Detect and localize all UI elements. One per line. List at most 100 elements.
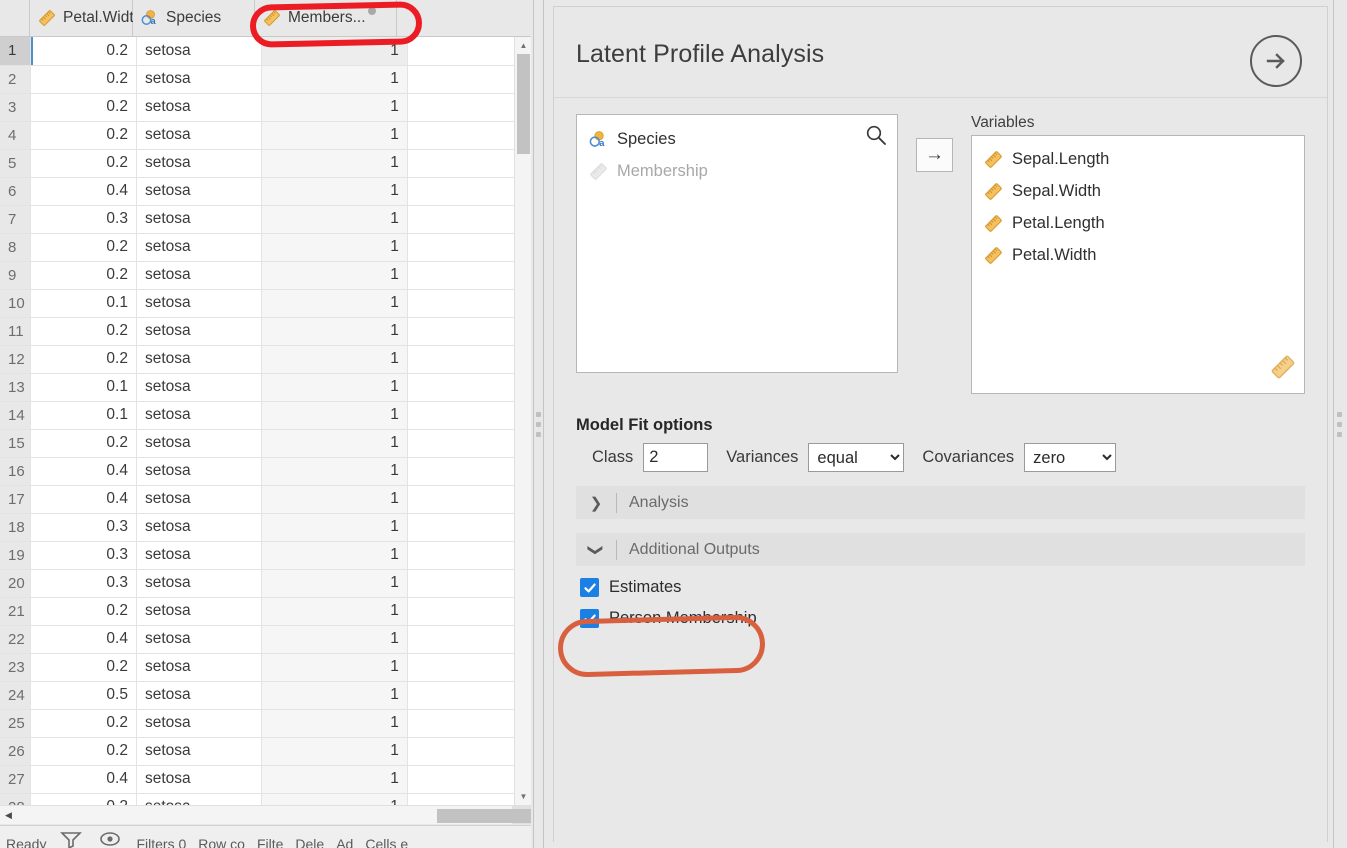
- table-row[interactable]: 2 0.2 setosa 1: [0, 65, 531, 94]
- cell-petal-width[interactable]: 0.1: [30, 289, 137, 318]
- cell-petal-width[interactable]: 0.3: [30, 205, 137, 234]
- scroll-left-arrow-icon[interactable]: ◀: [0, 806, 17, 825]
- table-row[interactable]: 16 0.4 setosa 1: [0, 457, 531, 486]
- cell-petal-width[interactable]: 0.2: [30, 793, 137, 805]
- cell-petal-width[interactable]: 0.5: [30, 681, 137, 710]
- variables-target-list[interactable]: Sepal.Length Sepal.Width Petal.Length Pe…: [971, 135, 1305, 394]
- cell-species[interactable]: setosa: [136, 261, 263, 290]
- row-number-cell[interactable]: 8: [0, 233, 32, 262]
- table-row[interactable]: 19 0.3 setosa 1: [0, 541, 531, 570]
- cell-petal-width[interactable]: 0.2: [30, 597, 137, 626]
- cell-petal-width[interactable]: 0.2: [30, 737, 137, 766]
- cell-empty[interactable]: [407, 681, 531, 710]
- row-number-cell[interactable]: 19: [0, 541, 32, 570]
- row-number-cell[interactable]: 24: [0, 681, 32, 710]
- row-number-cell[interactable]: 6: [0, 177, 32, 206]
- row-number-cell[interactable]: 10: [0, 289, 32, 318]
- cell-membership[interactable]: 1: [261, 429, 408, 458]
- cell-empty[interactable]: [407, 541, 531, 570]
- grid-corner-cell[interactable]: [0, 0, 30, 36]
- cell-membership[interactable]: 1: [261, 373, 408, 402]
- column-header-petal-width[interactable]: Petal.Width: [30, 0, 142, 36]
- cell-petal-width[interactable]: 0.2: [30, 37, 137, 66]
- class-input[interactable]: [643, 443, 709, 472]
- cell-membership[interactable]: 1: [261, 597, 408, 626]
- cell-empty[interactable]: [407, 205, 531, 234]
- cell-empty[interactable]: [407, 345, 531, 374]
- cell-empty[interactable]: [407, 289, 531, 318]
- table-row[interactable]: 9 0.2 setosa 1: [0, 261, 531, 290]
- cell-species[interactable]: setosa: [136, 765, 263, 794]
- cell-petal-width[interactable]: 0.2: [30, 149, 137, 178]
- cell-membership[interactable]: 1: [261, 653, 408, 682]
- cell-petal-width[interactable]: 0.2: [30, 429, 137, 458]
- section-header-analysis[interactable]: ❯ Analysis: [576, 486, 1305, 519]
- table-row[interactable]: 24 0.5 setosa 1: [0, 681, 531, 710]
- table-row[interactable]: 3 0.2 setosa 1: [0, 93, 531, 122]
- cell-petal-width[interactable]: 0.1: [30, 401, 137, 430]
- cell-species[interactable]: setosa: [136, 373, 263, 402]
- row-number-cell[interactable]: 13: [0, 373, 32, 402]
- cell-petal-width[interactable]: 0.2: [30, 121, 137, 150]
- cell-species[interactable]: setosa: [136, 37, 263, 66]
- cell-species[interactable]: setosa: [136, 149, 263, 178]
- cell-petal-width[interactable]: 0.4: [30, 457, 137, 486]
- panel-splitter-right[interactable]: [1332, 0, 1347, 848]
- cell-empty[interactable]: [407, 709, 531, 738]
- cell-empty[interactable]: [407, 233, 531, 262]
- table-row[interactable]: 8 0.2 setosa 1: [0, 233, 531, 262]
- table-row[interactable]: 7 0.3 setosa 1: [0, 205, 531, 234]
- cell-petal-width[interactable]: 0.2: [30, 345, 137, 374]
- cell-petal-width[interactable]: 0.2: [30, 709, 137, 738]
- table-row[interactable]: 11 0.2 setosa 1: [0, 317, 531, 346]
- cell-membership[interactable]: 1: [261, 793, 408, 805]
- cell-empty[interactable]: [407, 177, 531, 206]
- cell-membership[interactable]: 1: [261, 513, 408, 542]
- table-row[interactable]: 10 0.1 setosa 1: [0, 289, 531, 318]
- cell-species[interactable]: setosa: [136, 65, 263, 94]
- table-row[interactable]: 1 0.2 setosa 1: [0, 37, 531, 66]
- cell-species[interactable]: setosa: [136, 541, 263, 570]
- cell-species[interactable]: setosa: [136, 513, 263, 542]
- assign-variable-button[interactable]: →: [915, 138, 953, 172]
- cell-membership[interactable]: 1: [261, 93, 408, 122]
- cell-species[interactable]: setosa: [136, 205, 263, 234]
- cell-petal-width[interactable]: 0.2: [30, 65, 137, 94]
- row-number-cell[interactable]: 14: [0, 401, 32, 430]
- assigned-variable-sepal-length[interactable]: Sepal.Length: [978, 143, 1298, 175]
- cell-petal-width[interactable]: 0.4: [30, 625, 137, 654]
- vertical-scroll-thumb[interactable]: [517, 54, 530, 154]
- cell-empty[interactable]: [407, 653, 531, 682]
- row-number-cell[interactable]: 27: [0, 765, 32, 794]
- cell-membership[interactable]: 1: [261, 261, 408, 290]
- row-number-cell[interactable]: 26: [0, 737, 32, 766]
- status-delete-button[interactable]: Dele: [289, 836, 330, 848]
- table-row[interactable]: 23 0.2 setosa 1: [0, 653, 531, 682]
- section-header-additional-outputs[interactable]: ❯ Additional Outputs: [576, 533, 1305, 566]
- cell-petal-width[interactable]: 0.3: [30, 513, 137, 542]
- cell-empty[interactable]: [407, 485, 531, 514]
- table-row[interactable]: 26 0.2 setosa 1: [0, 737, 531, 766]
- column-header-membership[interactable]: Members...: [255, 0, 397, 36]
- cell-species[interactable]: setosa: [136, 457, 263, 486]
- cell-membership[interactable]: 1: [261, 205, 408, 234]
- panel-splitter-left[interactable]: [531, 0, 546, 848]
- row-number-cell[interactable]: 5: [0, 149, 32, 178]
- cell-species[interactable]: setosa: [136, 121, 263, 150]
- cell-membership[interactable]: 1: [261, 737, 408, 766]
- table-row[interactable]: 5 0.2 setosa 1: [0, 149, 531, 178]
- arrow-right-circle-icon[interactable]: [1250, 35, 1302, 87]
- horizontal-scroll-track[interactable]: [17, 806, 531, 825]
- cell-empty[interactable]: [407, 149, 531, 178]
- assigned-variable-petal-width[interactable]: Petal.Width: [978, 239, 1298, 271]
- table-row[interactable]: 25 0.2 setosa 1: [0, 709, 531, 738]
- cell-species[interactable]: setosa: [136, 709, 263, 738]
- row-number-cell[interactable]: 17: [0, 485, 32, 514]
- row-number-cell[interactable]: 21: [0, 597, 32, 626]
- cell-membership[interactable]: 1: [261, 121, 408, 150]
- cell-membership[interactable]: 1: [261, 65, 408, 94]
- cell-empty[interactable]: [407, 93, 531, 122]
- cell-membership[interactable]: 1: [261, 233, 408, 262]
- cell-species[interactable]: setosa: [136, 625, 263, 654]
- table-row[interactable]: 22 0.4 setosa 1: [0, 625, 531, 654]
